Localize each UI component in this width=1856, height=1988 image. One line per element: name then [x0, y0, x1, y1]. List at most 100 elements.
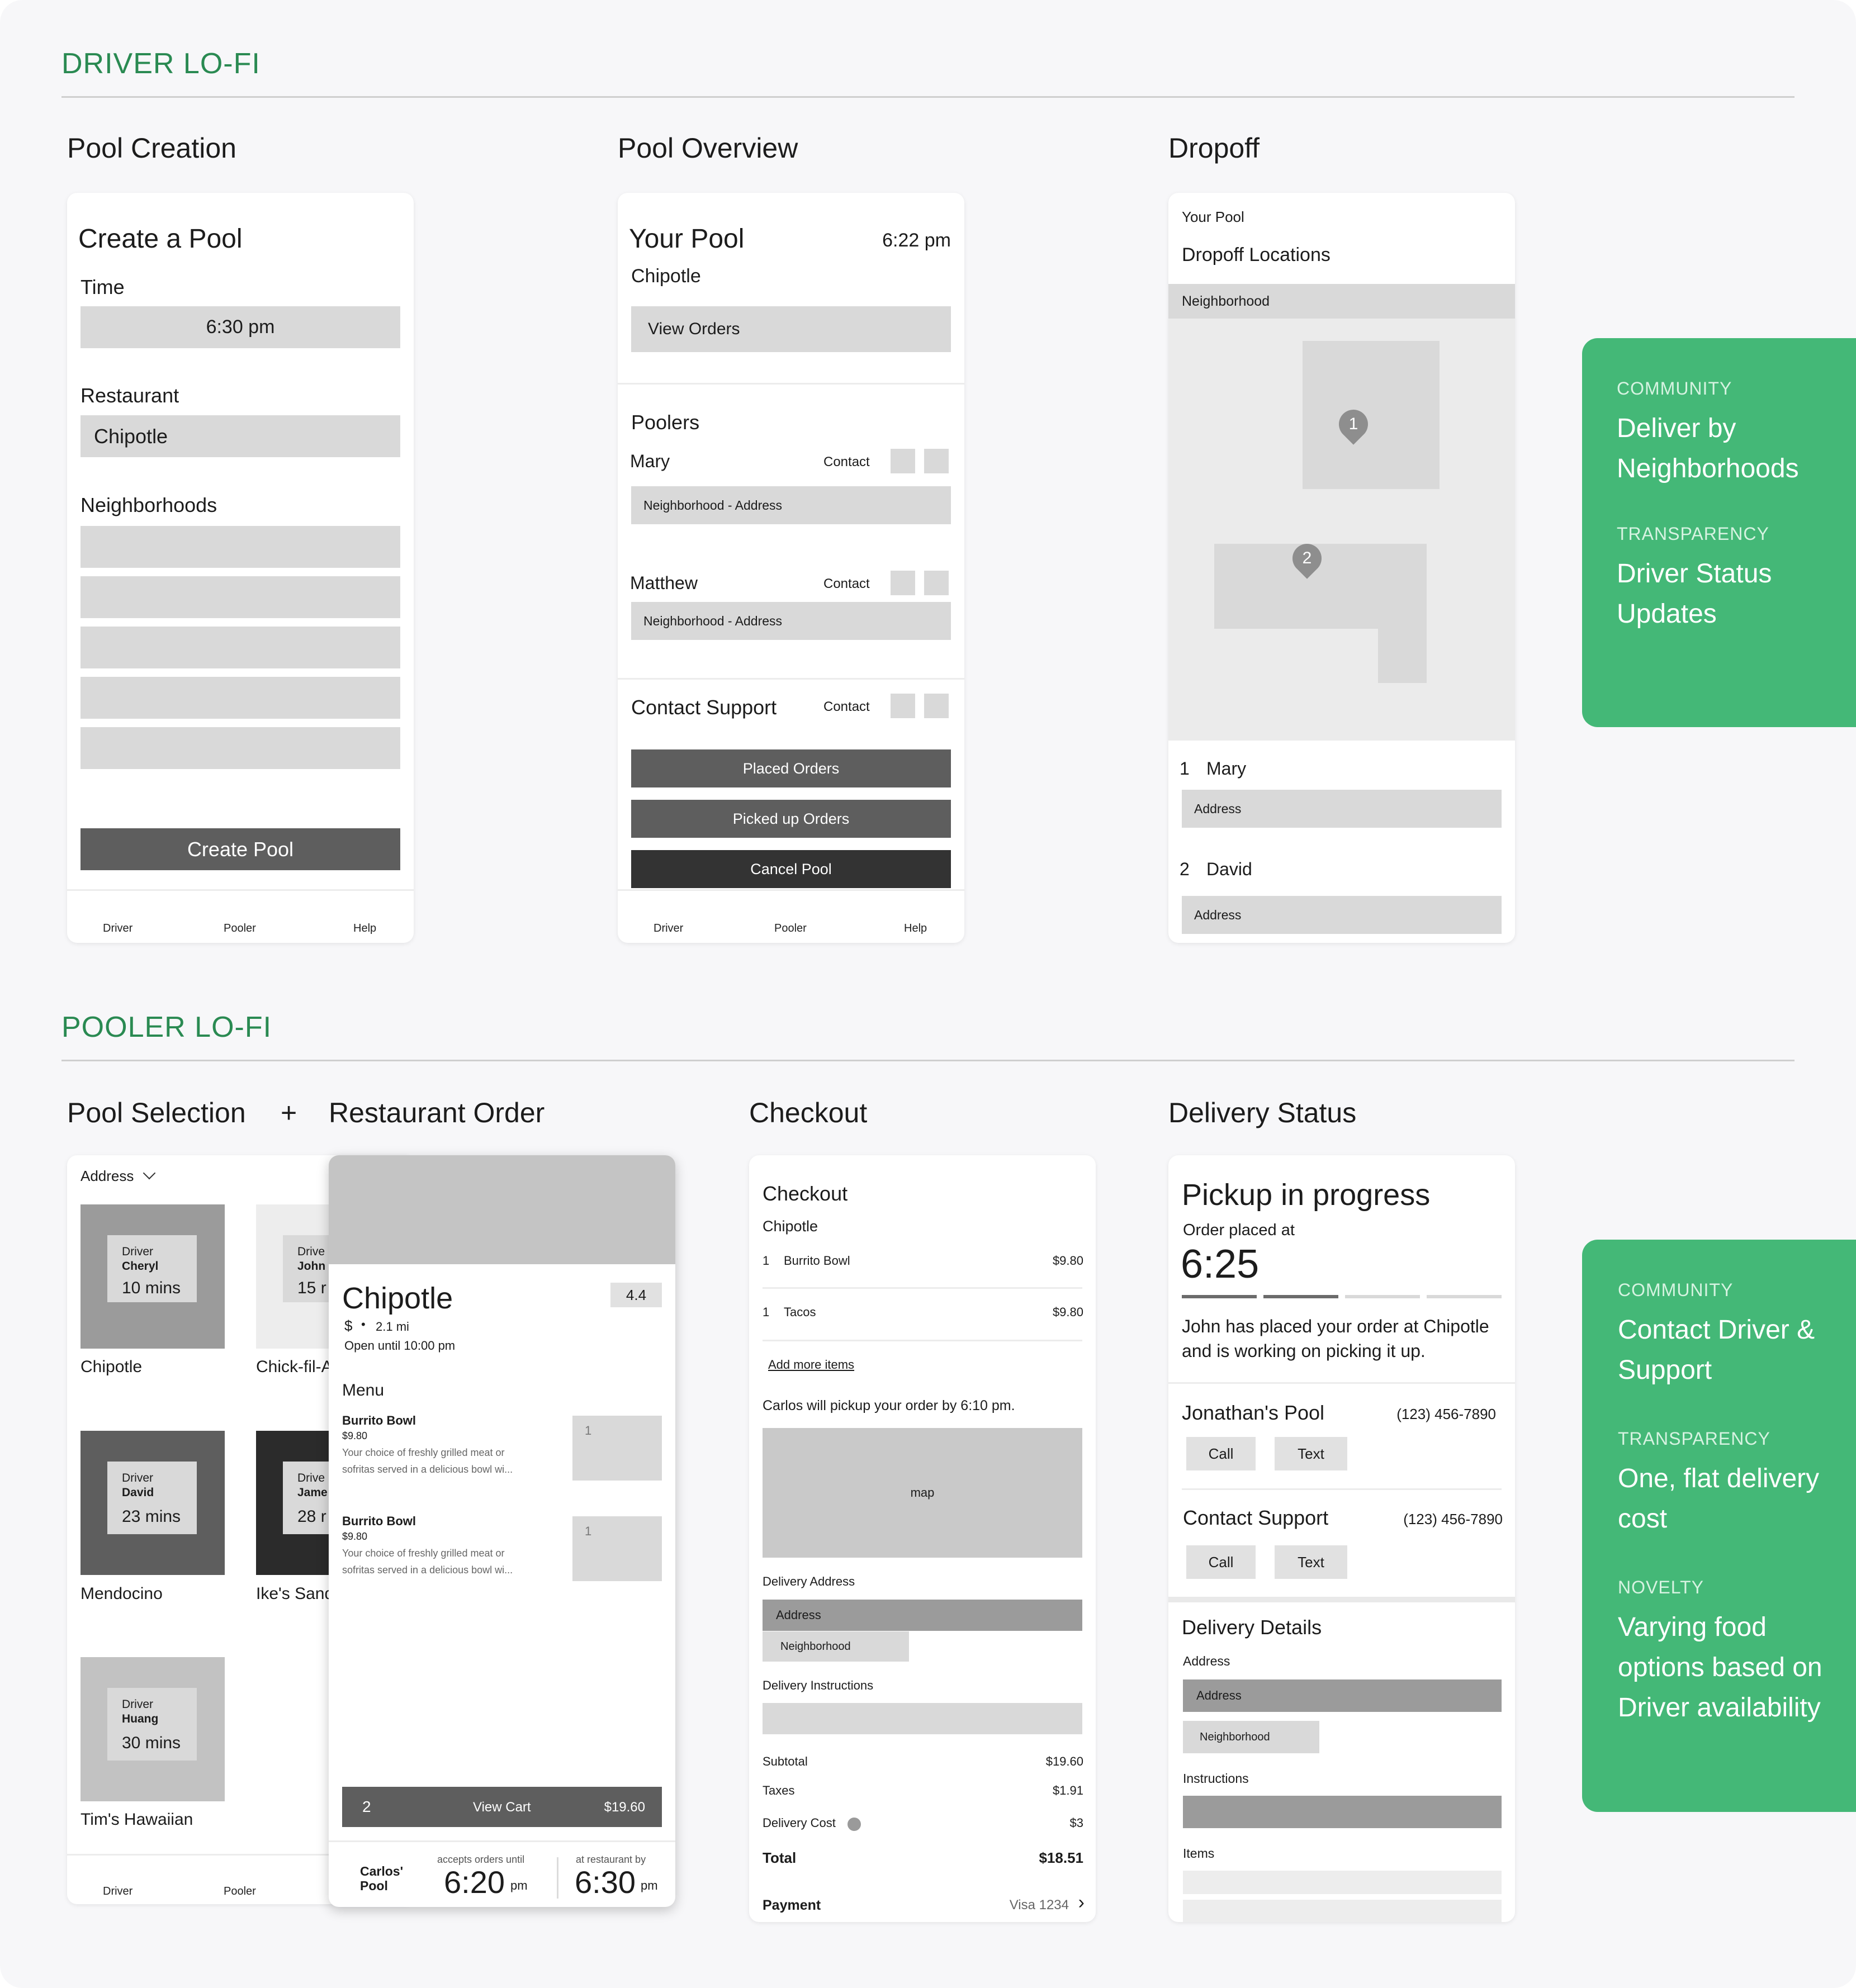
subtotal-value: $19.60 — [1045, 1754, 1083, 1768]
map-block — [1378, 620, 1427, 683]
call-icon[interactable] — [891, 571, 915, 595]
chevron-right-icon[interactable]: › — [1078, 1892, 1085, 1914]
tab-pooler[interactable]: Pooler — [224, 1885, 256, 1898]
feature-label: COMMUNITY — [1618, 1280, 1734, 1300]
accepts-suffix: pm — [510, 1878, 528, 1892]
pooler-address-field: Neighborhood - Address — [631, 486, 951, 524]
instructions-field[interactable] — [1183, 1796, 1502, 1828]
text-button[interactable]: Text — [1275, 1437, 1347, 1470]
pool-selection-title: Pool Selection — [67, 1097, 246, 1128]
map-pin-icon[interactable]: 1 — [1333, 404, 1374, 445]
rating-badge: 4.4 — [610, 1283, 662, 1307]
add-more-items-link[interactable]: Add more items — [768, 1358, 854, 1372]
delivery-instructions-label: Delivery Instructions — [763, 1678, 874, 1692]
view-cart-button[interactable]: 2 View Cart $19.60 — [342, 1787, 662, 1827]
call-icon[interactable] — [891, 449, 915, 473]
feature-value: Contact Driver & Support — [1618, 1315, 1815, 1385]
bullet: • — [361, 1317, 366, 1331]
progress-segment — [1345, 1295, 1420, 1298]
time-field[interactable]: 6:30 pm — [81, 306, 400, 348]
pooler-contact-label: Contact — [823, 576, 870, 591]
instructions-label: Instructions — [1183, 1771, 1249, 1786]
checkout-title: Checkout — [749, 1097, 868, 1128]
line-price: $9.80 — [1052, 1254, 1083, 1268]
call-icon[interactable] — [891, 694, 915, 718]
neighborhood-field-4[interactable] — [81, 677, 400, 719]
payment-method[interactable]: Visa 1234 — [1010, 1897, 1069, 1913]
menu-item-image[interactable]: 1 — [572, 1516, 662, 1581]
chevron-down-icon — [143, 1166, 155, 1180]
driver-section-rule — [61, 96, 1795, 98]
qty: 1 — [585, 1524, 592, 1538]
neighborhood-field[interactable]: Neighborhood — [1183, 1721, 1319, 1753]
call-button[interactable]: Call — [1186, 1437, 1256, 1470]
your-pool-heading: Your Pool — [629, 224, 745, 254]
menu-item-desc: sofritas served in a delicious bowl wi..… — [342, 1464, 513, 1475]
address-value: Address — [1196, 1688, 1242, 1702]
neighborhood-field[interactable]: Neighborhood — [763, 1631, 909, 1662]
item-row — [1183, 1900, 1502, 1922]
view-orders-button[interactable]: View Orders — [631, 306, 951, 352]
pool-card[interactable]: Driver Huang 30 mins — [81, 1657, 225, 1801]
delivery-details-heading: Delivery Details — [1182, 1616, 1322, 1639]
tab-driver[interactable]: Driver — [103, 922, 132, 935]
neighborhood-field-3[interactable] — [81, 627, 400, 668]
pooler-address: Neighborhood - Address — [643, 498, 783, 513]
restaurant-name: Chipotle — [81, 1358, 143, 1376]
hours: Open until 10:00 pm — [344, 1339, 456, 1353]
address-field[interactable]: Address — [1183, 1679, 1502, 1712]
tab-help[interactable]: Help — [904, 922, 927, 935]
menu-item-name: Burrito Bowl — [342, 1413, 416, 1427]
stop-address: Address — [1194, 908, 1242, 922]
progress-segment — [1427, 1295, 1502, 1298]
tab-pooler[interactable]: Pooler — [774, 922, 807, 935]
neighborhood-value: Neighborhood — [1200, 1731, 1270, 1743]
message-icon[interactable] — [924, 694, 949, 718]
driver-name: Huang — [122, 1712, 159, 1725]
line-name: Burrito Bowl — [784, 1254, 850, 1268]
address-field[interactable]: Address — [763, 1600, 1082, 1631]
create-pool-button[interactable]: Create Pool — [81, 828, 400, 870]
message-icon[interactable] — [924, 449, 949, 473]
call-button[interactable]: Call — [1186, 1545, 1256, 1579]
tab-help[interactable]: Help — [353, 922, 376, 935]
text-button[interactable]: Text — [1275, 1545, 1347, 1579]
delivery-cost-label: Delivery Cost — [763, 1816, 836, 1830]
tab-driver[interactable]: Driver — [103, 1885, 132, 1898]
neighborhood-field-1[interactable] — [81, 526, 400, 568]
section-divider — [1182, 1488, 1502, 1490]
line-name: Tacos — [784, 1305, 816, 1319]
subtotal-label: Subtotal — [763, 1754, 808, 1768]
dropoff-map[interactable]: 1 2 — [1168, 319, 1515, 741]
message-icon[interactable] — [924, 571, 949, 595]
checkout-map[interactable]: map — [763, 1428, 1082, 1558]
placed-orders-button[interactable]: Placed Orders — [631, 749, 951, 787]
info-icon[interactable] — [847, 1818, 861, 1831]
driver-label: Drive — [297, 1472, 325, 1484]
section-divider — [618, 383, 964, 385]
checkout-screen: Checkout Chipotle 1 Burrito Bowl $9.80 1… — [749, 1155, 1096, 1922]
neighborhood-field-2[interactable] — [81, 576, 400, 618]
tab-driver[interactable]: Driver — [654, 922, 683, 935]
restaurant-field[interactable]: Chipotle — [81, 415, 400, 457]
stop-number: 2 — [1180, 859, 1190, 879]
map-pin-icon[interactable]: 2 — [1286, 538, 1328, 579]
neighborhood-field-5[interactable] — [81, 727, 400, 769]
order-time: 6:25 — [1181, 1242, 1260, 1287]
driver-section-title: DRIVER LO-FI — [61, 48, 261, 80]
pooler-address: Neighborhood - Address — [643, 614, 783, 628]
picked-up-orders-button[interactable]: Picked up Orders — [631, 800, 951, 838]
menu-item-desc: Your choice of freshly grilled meat or — [342, 1447, 505, 1458]
cancel-pool-button[interactable]: Cancel Pool — [631, 850, 951, 888]
pool-card[interactable]: Driver David 23 mins — [81, 1431, 225, 1575]
canvas: DRIVER LO-FI Pool Creation Pool Overview… — [0, 0, 1856, 1988]
menu-item-image[interactable]: 1 — [572, 1416, 662, 1481]
tab-pooler[interactable]: Pooler — [224, 922, 256, 935]
delivery-instructions-field[interactable] — [763, 1703, 1082, 1734]
pool-card[interactable]: Driver Cheryl 10 mins — [81, 1204, 225, 1349]
dropoff-title: Dropoff — [1168, 132, 1260, 164]
total-value: $18.51 — [1039, 1849, 1083, 1866]
address-dropdown[interactable]: Address — [81, 1166, 155, 1185]
address-value: Address — [776, 1608, 821, 1622]
distance: 2.1 mi — [376, 1320, 409, 1334]
